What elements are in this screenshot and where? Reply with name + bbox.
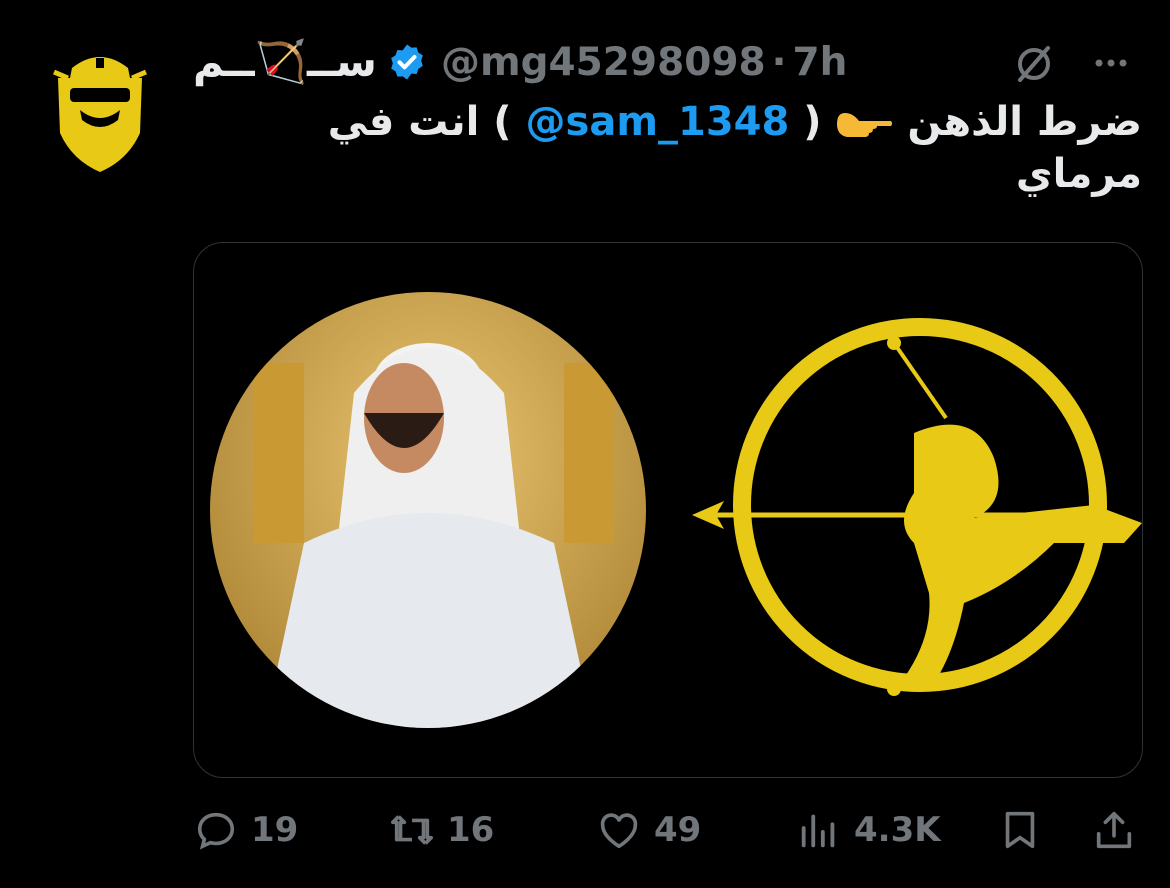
- bookmark-icon: [1005, 811, 1035, 849]
- repost-icon: [391, 815, 433, 845]
- more-icon[interactable]: [1094, 52, 1128, 74]
- reply-icon: [197, 812, 235, 850]
- like-button[interactable]: 49: [596, 800, 701, 860]
- tweet-text: ضرط الذهن ( @sam_1348 ) انت في مرماي: [212, 96, 1142, 200]
- open-paren: (: [803, 99, 822, 145]
- media-image: [210, 292, 1142, 728]
- display-name[interactable]: ســ🏹ــم: [193, 37, 377, 87]
- pointing-hand-icon: [837, 113, 893, 137]
- separator-dot: ·: [771, 39, 787, 85]
- share-button[interactable]: [1091, 800, 1137, 860]
- grok-icon[interactable]: [1012, 42, 1056, 86]
- verified-badge-icon: [391, 44, 423, 80]
- like-count: 49: [654, 810, 702, 850]
- tweet-action-bar: 19 16 49 4.3K: [193, 800, 1143, 860]
- share-icon: [1096, 811, 1132, 849]
- tweet-media-card[interactable]: [193, 242, 1143, 778]
- bookmark-button[interactable]: [997, 800, 1043, 860]
- reply-button[interactable]: 19: [193, 800, 298, 860]
- repost-count: 16: [447, 810, 495, 850]
- portrait-photo: [210, 292, 646, 728]
- user-handle[interactable]: @mg45298098: [441, 40, 766, 85]
- profile-avatar[interactable]: [50, 48, 150, 176]
- tweet-header: ســ🏹ــم @mg45298098 · 7h: [193, 36, 847, 88]
- views-button[interactable]: 4.3K: [796, 800, 941, 860]
- repost-button[interactable]: 16: [389, 800, 494, 860]
- reply-count: 19: [251, 810, 299, 850]
- heart-icon: [600, 813, 638, 849]
- tweet-time[interactable]: 7h: [792, 40, 847, 85]
- archer-logo: [692, 318, 1142, 696]
- view-count: 4.3K: [854, 810, 941, 850]
- analytics-icon: [801, 814, 835, 848]
- mention-link[interactable]: @sam_1348: [526, 99, 790, 145]
- tweet-text-start: ضرط الذهن: [907, 99, 1142, 145]
